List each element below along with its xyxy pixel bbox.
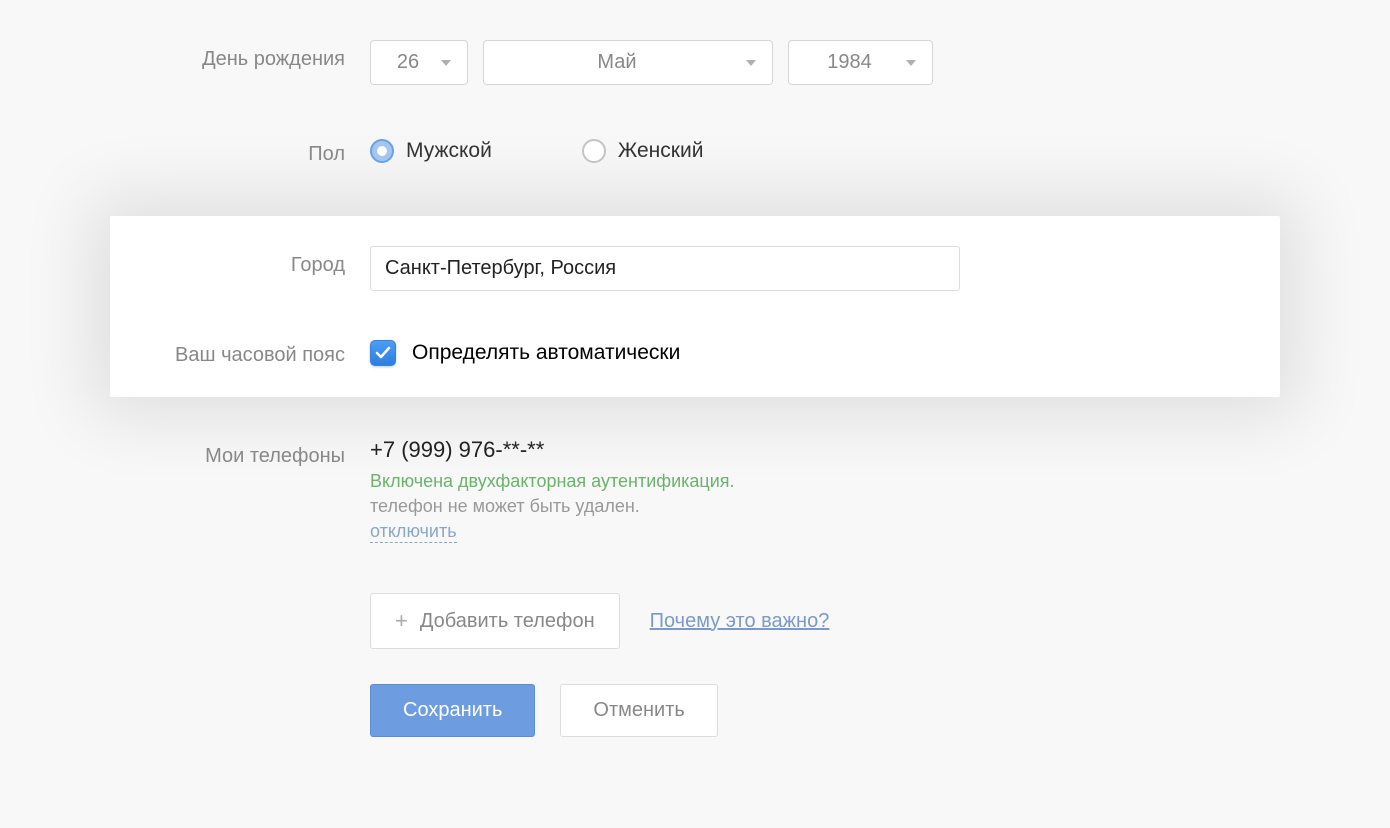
birthday-day-select[interactable]: 26 — [370, 40, 468, 85]
phone-2fa-status: Включена двухфакторная аутентификация. — [370, 471, 1390, 492]
birthday-label: День рождения — [0, 40, 370, 71]
birthday-month-select[interactable]: Май — [483, 40, 773, 85]
chevron-down-icon — [746, 60, 756, 66]
cancel-button[interactable]: Отменить — [560, 684, 717, 737]
save-button[interactable]: Сохранить — [370, 684, 535, 737]
phone-cannot-delete-note: телефон не может быть удален. — [370, 496, 1390, 517]
birthday-month-value: Май — [500, 51, 734, 74]
add-phone-label: Добавить телефон — [420, 610, 595, 633]
timezone-label: Ваш часовой пояс — [110, 336, 370, 367]
city-timezone-panel: Город Ваш часовой пояс Определять автома… — [110, 216, 1280, 397]
city-label: Город — [110, 246, 370, 277]
phone-number: +7 (999) 976-**-** — [370, 437, 1390, 463]
birthday-day-value: 26 — [387, 51, 429, 74]
timezone-auto-label: Определять автоматически — [412, 341, 680, 365]
chevron-down-icon — [441, 60, 451, 66]
city-input[interactable] — [370, 246, 960, 291]
radio-icon — [582, 139, 606, 163]
phones-label: Мои телефоны — [0, 437, 370, 468]
check-icon — [375, 346, 391, 360]
gender-label: Пол — [0, 135, 370, 166]
add-phone-button[interactable]: + Добавить телефон — [370, 593, 620, 649]
chevron-down-icon — [906, 60, 916, 66]
gender-male-label: Мужской — [406, 139, 492, 163]
gender-female-radio[interactable]: Женский — [582, 139, 704, 163]
radio-selected-icon — [370, 139, 394, 163]
why-important-link[interactable]: Почему это важно? — [650, 610, 830, 633]
plus-icon: + — [395, 608, 408, 634]
birthday-year-select[interactable]: 1984 — [788, 40, 933, 85]
gender-male-radio[interactable]: Мужской — [370, 139, 492, 163]
birthday-year-value: 1984 — [805, 51, 894, 74]
gender-female-label: Женский — [618, 139, 704, 163]
timezone-auto-checkbox[interactable] — [370, 340, 396, 366]
disable-2fa-link[interactable]: отключить — [370, 521, 457, 543]
